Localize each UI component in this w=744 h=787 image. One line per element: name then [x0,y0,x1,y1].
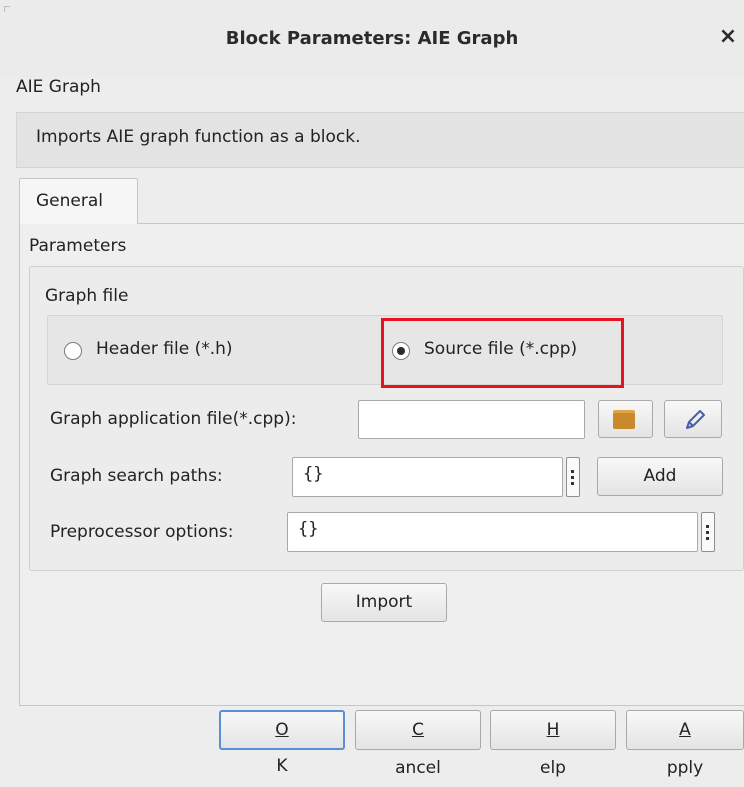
apply-mnemonic: A [679,720,691,740]
ok-mnemonic: O [275,720,289,740]
graph-file-label: Graph file [45,286,129,306]
close-icon[interactable]: × [716,24,740,54]
add-button[interactable]: Add [597,457,723,496]
block-description: Imports AIE graph function as a block. [36,127,361,147]
app-file-input[interactable] [358,400,585,439]
ok-label-rest: K [276,756,288,776]
ok-button[interactable]: OK [219,710,345,776]
preprocessor-label: Preprocessor options: [50,522,234,542]
cancel-mnemonic: C [412,720,424,740]
cancel-button[interactable]: Cancel [355,710,481,778]
window-corner-decoration [4,6,10,12]
help-label-rest: elp [540,758,566,778]
tab-general-label: General [36,191,103,211]
search-paths-input[interactable]: {} [292,457,563,497]
highlight-box [381,318,624,388]
search-paths-label: Graph search paths: [50,466,223,486]
help-button[interactable]: Help [490,710,616,778]
search-paths-more-button[interactable] [566,457,580,497]
pencil-icon [686,410,705,429]
preprocessor-input[interactable]: {} [287,512,698,552]
help-mnemonic: H [546,720,560,740]
app-file-label: Graph application file(*.cpp): [50,409,297,429]
header-file-radio-label[interactable]: Header file (*.h) [96,339,233,359]
add-button-label: Add [643,466,677,486]
folder-icon [613,413,635,429]
cancel-label-rest: ancel [395,758,441,778]
apply-button[interactable]: Apply [626,710,744,778]
parameters-heading: Parameters [29,236,127,256]
apply-label-rest: pply [666,758,704,778]
import-button-label: Import [355,592,413,612]
import-button[interactable]: Import [321,583,447,622]
edit-button[interactable] [664,400,722,438]
window-title: Block Parameters: AIE Graph [225,28,519,49]
header-file-radio[interactable] [64,342,82,360]
block-name: AIE Graph [16,77,101,97]
preprocessor-more-button[interactable] [701,512,715,552]
